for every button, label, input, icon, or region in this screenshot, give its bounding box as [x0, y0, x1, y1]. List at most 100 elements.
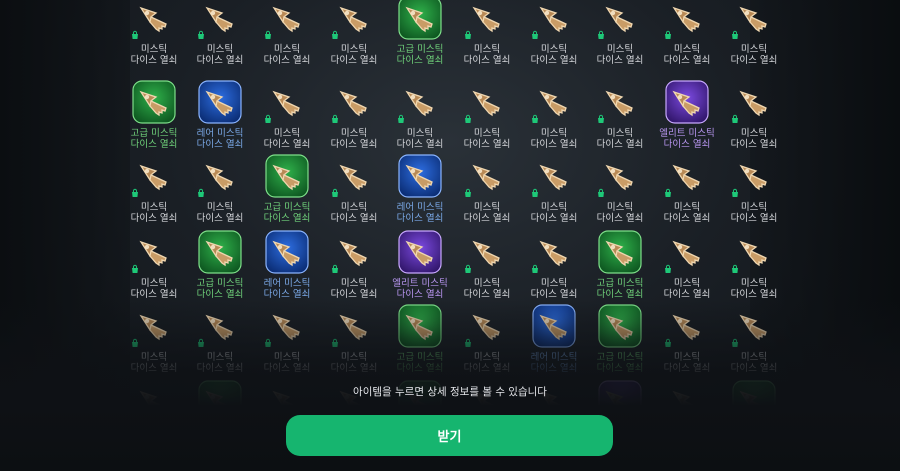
item-type: 다이스 열쇠 — [130, 55, 178, 66]
green-key-icon — [198, 230, 242, 274]
item-slot[interactable]: 미스틱다이스 열쇠 — [726, 230, 782, 304]
item-slot[interactable]: 미스틱다이스 열쇠 — [259, 80, 315, 154]
item-slot[interactable]: 엘리트 미스틱다이스 열쇠 — [392, 230, 448, 304]
item-slot[interactable]: 미스틱다이스 열쇠 — [526, 0, 582, 70]
item-slot[interactable]: 미스틱다이스 열쇠 — [726, 0, 782, 70]
item-type: 다이스 열쇠 — [530, 55, 578, 66]
item-slot[interactable]: 레어 미스틱다이스 열쇠 — [259, 230, 315, 304]
item-type: 다이스 열쇠 — [330, 213, 378, 224]
item-slot[interactable]: 미스틱다이스 열쇠 — [459, 154, 515, 228]
green-key-icon — [132, 80, 176, 124]
item-slot[interactable]: 미스틱다이스 열쇠 — [592, 0, 648, 70]
purple-key-icon — [665, 80, 709, 124]
item-name: 고급 미스틱 — [596, 278, 644, 289]
item-slot[interactable]: 미스틱다이스 열쇠 — [526, 230, 582, 304]
blue-key-icon — [398, 154, 442, 198]
shopping-bag-icon — [663, 264, 673, 274]
item-slot[interactable]: 미스틱다이스 열쇠 — [592, 154, 648, 228]
item-type: 다이스 열쇠 — [196, 139, 244, 150]
item-slot[interactable]: 미스틱다이스 열쇠 — [459, 0, 515, 70]
item-slot[interactable]: 미스틱다이스 열쇠 — [459, 80, 515, 154]
item-type: 다이스 열쇠 — [463, 213, 511, 224]
item-slot[interactable]: 미스틱다이스 열쇠 — [326, 154, 382, 228]
item-type: 다이스 열쇠 — [130, 139, 178, 150]
shopping-bag-icon — [196, 188, 206, 198]
item-slot[interactable]: 미스틱다이스 열쇠 — [126, 0, 182, 70]
item-slot[interactable]: 미스틱다이스 열쇠 — [192, 154, 248, 228]
item-type: 다이스 열쇠 — [596, 55, 644, 66]
item-name: 미스틱 — [406, 128, 434, 139]
item-slot[interactable]: 레어 미스틱다이스 열쇠 — [392, 154, 448, 228]
shopping-bag-icon — [263, 30, 273, 40]
item-slot[interactable]: 미스틱다이스 열쇠 — [326, 80, 382, 154]
item-slot[interactable]: 미스틱다이스 열쇠 — [526, 154, 582, 228]
item-type: 다이스 열쇠 — [730, 55, 778, 66]
item-type: 다이스 열쇠 — [463, 289, 511, 300]
item-name: 레어 미스틱 — [396, 202, 444, 213]
item-slot[interactable]: 고급 미스틱다이스 열쇠 — [392, 0, 448, 70]
item-type: 다이스 열쇠 — [396, 55, 444, 66]
item-type: 다이스 열쇠 — [530, 139, 578, 150]
blue-key-icon — [198, 80, 242, 124]
item-name: 미스틱 — [673, 44, 701, 55]
item-type: 다이스 열쇠 — [730, 213, 778, 224]
item-slot[interactable]: 미스틱다이스 열쇠 — [459, 230, 515, 304]
item-slot[interactable]: 미스틱다이스 열쇠 — [659, 230, 715, 304]
item-slot[interactable]: 미스틱다이스 열쇠 — [126, 230, 182, 304]
item-slot[interactable]: 고급 미스틱다이스 열쇠 — [126, 80, 182, 154]
green-key-icon — [265, 154, 309, 198]
item-type: 다이스 열쇠 — [663, 289, 711, 300]
item-slot[interactable]: 미스틱다이스 열쇠 — [326, 0, 382, 70]
shopping-bag-icon — [596, 30, 606, 40]
item-name: 미스틱 — [473, 44, 501, 55]
item-slot[interactable]: 고급 미스틱다이스 열쇠 — [192, 230, 248, 304]
item-slot[interactable]: 미스틱다이스 열쇠 — [192, 0, 248, 70]
blue-key-icon — [265, 230, 309, 274]
item-slot[interactable]: 미스틱다이스 열쇠 — [526, 80, 582, 154]
shopping-bag-icon — [330, 188, 340, 198]
item-slot[interactable]: 고급 미스틱다이스 열쇠 — [592, 230, 648, 304]
item-name: 미스틱 — [606, 44, 634, 55]
item-slot[interactable]: 미스틱다이스 열쇠 — [326, 230, 382, 304]
item-type: 다이스 열쇠 — [596, 139, 644, 150]
item-slot[interactable]: 미스틱다이스 열쇠 — [392, 80, 448, 154]
item-slot[interactable]: 미스틱다이스 열쇠 — [659, 154, 715, 228]
item-slot[interactable]: 미스틱다이스 열쇠 — [659, 0, 715, 70]
item-name: 미스틱 — [740, 44, 768, 55]
item-slot[interactable]: 미스틱다이스 열쇠 — [726, 80, 782, 154]
item-name: 미스틱 — [140, 278, 168, 289]
receive-button[interactable]: 받기 — [286, 415, 613, 456]
item-name: 고급 미스틱 — [263, 202, 311, 213]
item-slot[interactable]: 고급 미스틱다이스 열쇠 — [259, 154, 315, 228]
item-type: 다이스 열쇠 — [263, 55, 311, 66]
item-name: 미스틱 — [673, 278, 701, 289]
item-slot[interactable]: 미스틱다이스 열쇠 — [592, 80, 648, 154]
item-type: 다이스 열쇠 — [263, 139, 311, 150]
shopping-bag-icon — [263, 114, 273, 124]
shopping-bag-icon — [530, 188, 540, 198]
item-name: 미스틱 — [273, 44, 301, 55]
item-type: 다이스 열쇠 — [663, 55, 711, 66]
shopping-bag-icon — [730, 188, 740, 198]
item-slot[interactable]: 엘리트 미스틱다이스 열쇠 — [659, 80, 715, 154]
purple-key-icon — [398, 230, 442, 274]
item-slot[interactable]: 미스틱다이스 열쇠 — [126, 154, 182, 228]
shopping-bag-icon — [530, 264, 540, 274]
shopping-bag-icon — [330, 114, 340, 124]
shopping-bag-icon — [530, 114, 540, 124]
item-slot[interactable]: 미스틱다이스 열쇠 — [259, 0, 315, 70]
item-name: 미스틱 — [340, 44, 368, 55]
item-name: 미스틱 — [473, 128, 501, 139]
item-name: 미스틱 — [540, 202, 568, 213]
item-type: 다이스 열쇠 — [396, 139, 444, 150]
item-type: 다이스 열쇠 — [463, 139, 511, 150]
item-name: 미스틱 — [740, 202, 768, 213]
shopping-bag-icon — [130, 188, 140, 198]
item-type: 다이스 열쇠 — [130, 289, 178, 300]
shopping-bag-icon — [130, 264, 140, 274]
item-type: 다이스 열쇠 — [396, 289, 444, 300]
item-type: 다이스 열쇠 — [330, 139, 378, 150]
item-slot[interactable]: 레어 미스틱다이스 열쇠 — [192, 80, 248, 154]
item-slot[interactable]: 미스틱다이스 열쇠 — [726, 154, 782, 228]
shopping-bag-icon — [663, 188, 673, 198]
